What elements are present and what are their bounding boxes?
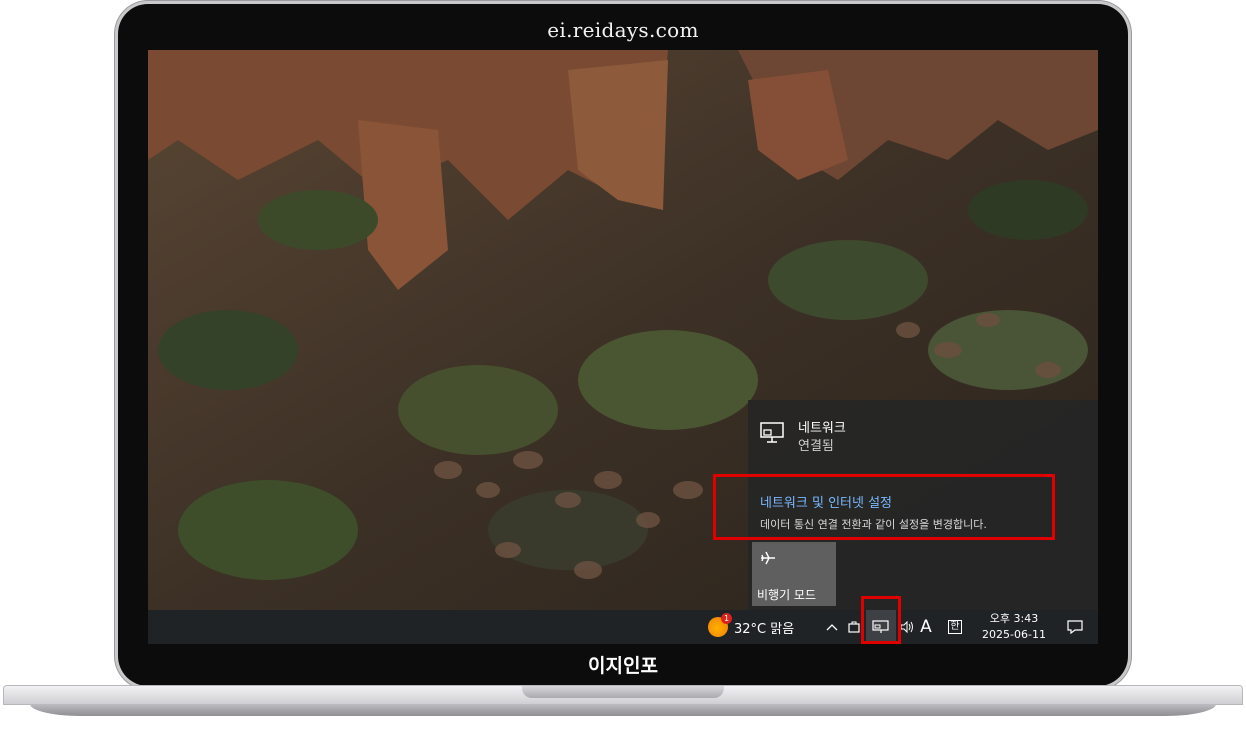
desktop-screen: 네트워크 연결됨 네트워크 및 인터넷 설정 데이터 통신 연결 전환과 같이 … [148,50,1098,644]
weather-badge: 1 [721,613,732,624]
base-bottom [30,704,1216,716]
weather-text[interactable]: 32°C 맑음 [734,610,806,644]
airplane-mode-toggle[interactable]: 비행기 모드 [752,542,836,606]
notification-center-button[interactable] [1062,610,1088,644]
taskbar: 1 32°C 맑음 A 한 오후 3:43 2025-06-11 [148,610,1098,644]
ime-mode-label: 한 [948,620,962,634]
clock-time: 오후 3:43 [989,612,1039,625]
watermark-text: ei.reidays.com [547,18,699,42]
highlight-settings-link [713,474,1055,540]
laptop-base [0,686,1246,720]
airplane-mode-label: 비행기 모드 [757,588,817,602]
chevron-up-icon[interactable] [822,610,842,644]
input-mode-letter[interactable]: A [916,610,936,644]
base-notch [522,686,724,698]
chat-bubble-icon [1067,620,1083,634]
clock-date: 2025-06-11 [982,628,1046,641]
weather-widget-button[interactable]: 1 [704,610,732,644]
taskbar-clock[interactable]: 오후 3:43 2025-06-11 [974,610,1054,644]
highlight-network-tray [861,596,901,644]
network-status: 연결됨 [798,439,834,454]
ethernet-monitor-icon [760,422,784,443]
brand-label: 이지인포 [588,655,658,677]
network-status-row[interactable]: 네트워크 연결됨 [760,420,846,456]
sun-icon: 1 [708,613,732,637]
airplane-icon [761,551,775,565]
ime-mode-button[interactable]: 한 [944,610,966,644]
network-title: 네트워크 [798,421,846,436]
